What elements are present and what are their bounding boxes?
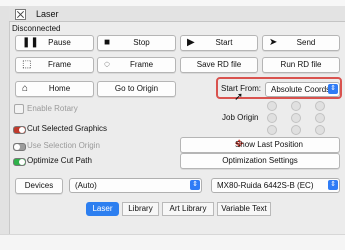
enable-rotary-label: Enable Rotary — [27, 104, 78, 113]
frame-circle-button[interactable]: ◌ Frame — [97, 57, 176, 73]
tab-laser[interactable]: Laser — [86, 202, 119, 216]
bottom-panel-edge — [0, 234, 345, 250]
close-icon[interactable] — [15, 9, 26, 20]
use-selection-origin-label: Use Selection Origin — [27, 141, 100, 150]
use-selection-origin-toggle[interactable] — [13, 143, 26, 151]
frame-rect-button[interactable]: ⬚ Frame — [15, 57, 94, 73]
origin-middle-right-radio[interactable] — [315, 113, 325, 123]
stop-button[interactable]: ■ Stop — [97, 35, 176, 51]
go-to-origin-button[interactable]: Go to Origin — [97, 81, 176, 97]
chevron-updown-icon: ⇕ — [328, 84, 338, 94]
origin-top-left-radio[interactable] — [267, 101, 277, 111]
title-bar — [9, 6, 345, 22]
save-rd-file-button[interactable]: Save RD file — [180, 57, 258, 73]
origin-bottom-center-radio[interactable] — [291, 125, 301, 135]
pause-button[interactable]: ❚❚ Pause — [15, 35, 94, 51]
origin-bottom-left-radio[interactable] — [267, 125, 277, 135]
origin-top-center-radio[interactable] — [291, 101, 301, 111]
run-rd-file-button[interactable]: Run RD file — [262, 57, 340, 73]
job-origin-label: Job Origin — [222, 113, 259, 122]
optimization-settings-button[interactable]: Optimization Settings — [180, 153, 340, 169]
optimize-cut-path-toggle[interactable] — [13, 158, 26, 166]
device-model-select[interactable]: MX80-Ruida 6442S-B (EC) ⇕ — [211, 178, 340, 193]
cut-selected-graphics-label: Cut Selected Graphics — [27, 124, 108, 133]
optimize-cut-path-label: Optimize Cut Path — [27, 156, 92, 165]
origin-top-right-radio[interactable] — [315, 101, 325, 111]
start-from-select[interactable]: Absolute Coords ⇕ — [265, 82, 340, 97]
cut-selected-graphics-toggle[interactable] — [13, 126, 26, 134]
enable-rotary-checkbox[interactable] — [14, 104, 24, 114]
devices-button[interactable]: Devices — [15, 178, 63, 194]
start-button[interactable]: ▶ Start — [180, 35, 258, 51]
mouse-pointer-icon: ➚ — [234, 91, 244, 103]
home-button[interactable]: ⌂ Home — [15, 81, 94, 97]
show-last-position-button[interactable]: ✥ Show Last Position — [180, 137, 340, 153]
tab-variable-text[interactable]: Variable Text — [217, 202, 271, 216]
tab-art-library[interactable]: Art Library — [162, 202, 214, 216]
chevron-updown-icon: ⇕ — [328, 180, 338, 190]
chevron-updown-icon: ⇕ — [190, 180, 200, 190]
window-title: Laser — [36, 9, 59, 19]
origin-bottom-right-radio[interactable] — [315, 125, 325, 135]
port-select[interactable]: (Auto) ⇕ — [69, 178, 202, 193]
tab-library[interactable]: Library — [122, 202, 159, 216]
origin-center-radio[interactable] — [291, 113, 301, 123]
background-window-edge — [0, 6, 10, 249]
connection-status: Disconnected — [12, 24, 61, 33]
send-button[interactable]: ➤ Send — [262, 35, 340, 51]
origin-middle-left-radio[interactable] — [267, 113, 277, 123]
